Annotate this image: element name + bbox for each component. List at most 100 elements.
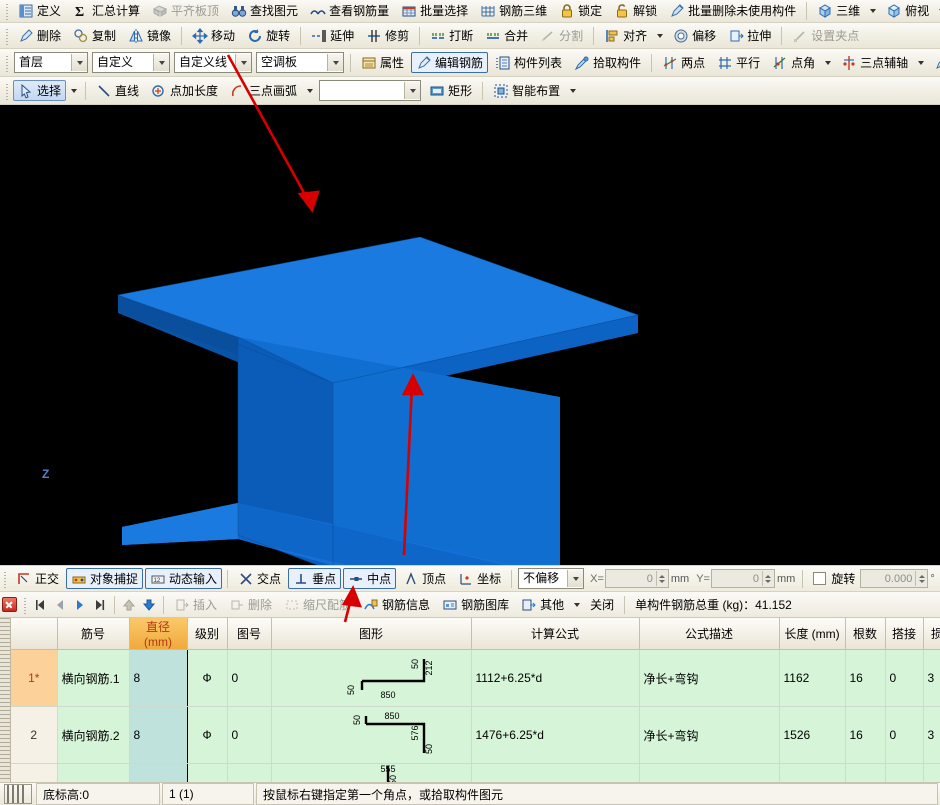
toolbar-item-smart-layout[interactable]: 智能布置	[488, 80, 565, 101]
component-name-select[interactable]: 空调板	[256, 52, 344, 73]
snap-item-dynamic-input[interactable]: 12 动态输入	[145, 568, 222, 589]
rotate-input[interactable]: 0.000	[860, 569, 928, 588]
chevron-down-icon[interactable]	[657, 34, 663, 38]
toolbar-item-extend[interactable]: 延伸	[306, 25, 359, 46]
th-count[interactable]: 根数	[845, 618, 885, 650]
toolbar-item-batch-select[interactable]: 批量选择	[396, 1, 473, 22]
th-formula[interactable]: 计算公式	[471, 618, 639, 650]
component-kind-select[interactable]: 自定义线	[174, 52, 252, 73]
toolbar-item-rotate[interactable]: 旋转	[242, 25, 295, 46]
snap-item-midpoint[interactable]: 中点	[343, 568, 396, 589]
chevron-down-icon[interactable]	[71, 89, 77, 93]
toolbar-grip[interactable]	[2, 570, 8, 588]
cell-lap[interactable]: 0	[885, 707, 923, 764]
chevron-down-icon[interactable]	[307, 89, 313, 93]
cell-length[interactable]: 1526	[779, 707, 845, 764]
toolbar-item-define[interactable]: 定义	[13, 1, 66, 22]
snap-item-coordinate[interactable]: 坐标	[453, 568, 506, 589]
toolbar-item-mirror[interactable]: 镜像	[123, 25, 176, 46]
th-lap[interactable]: 搭接	[885, 618, 923, 650]
other-button[interactable]: 其他	[516, 594, 569, 615]
next-record-button[interactable]	[70, 595, 90, 614]
rebar-library-button[interactable]: 钢筋图库	[437, 594, 514, 615]
toolbar-item-batch-delete-unused[interactable]: 批量删除未使用构件	[664, 1, 801, 22]
cell-shape[interactable]: 50 850 576 50	[271, 707, 471, 764]
cell-name[interactable]: 横向钢筋.1	[57, 650, 129, 707]
rebar-table[interactable]: 筋号 直径 (mm) 级别 图号 图形 计算公式 公式描述 长度 (mm) 根数…	[0, 618, 940, 805]
toolbar-item-trim[interactable]: 修剪	[361, 25, 414, 46]
table-row[interactable]: 1* 横向钢筋.1 8 Ф 0 50 850 50 212	[11, 650, 940, 707]
th-shape[interactable]: 图形	[271, 618, 471, 650]
toolbar-item-point-angle[interactable]: 点角	[767, 52, 820, 73]
toolbar-grip[interactable]	[4, 27, 10, 45]
cell-loss[interactable]: 3	[923, 650, 940, 707]
insert-row-button[interactable]: 插入	[169, 594, 222, 615]
last-record-button[interactable]	[90, 595, 110, 614]
th-length[interactable]: 长度 (mm)	[779, 618, 845, 650]
x-spinner[interactable]	[656, 571, 668, 586]
toolbar-item-rectangle[interactable]: 矩形	[424, 80, 477, 101]
scale-rebar-button[interactable]: 缩尺配筋	[279, 594, 356, 615]
toolbar-item-move[interactable]: 移动	[187, 25, 240, 46]
toolbar-item-align[interactable]: 对齐	[599, 25, 652, 46]
chevron-down-icon[interactable]	[570, 89, 576, 93]
toolbar-item-three-point-arc[interactable]: 三点画弧	[225, 80, 302, 101]
model-3d-viewport[interactable]: Z	[0, 105, 940, 565]
move-down-button[interactable]	[139, 595, 159, 614]
th-grade[interactable]: 级别	[187, 618, 227, 650]
cell-count[interactable]: 16	[845, 707, 885, 764]
th-diameter[interactable]: 直径 (mm)	[129, 618, 187, 650]
model-3d-canvas[interactable]	[0, 105, 940, 565]
x-offset-input[interactable]: 0	[605, 569, 669, 588]
chevron-down-icon[interactable]	[235, 54, 251, 71]
th-figno[interactable]: 图号	[227, 618, 271, 650]
y-offset-input[interactable]: 0	[711, 569, 775, 588]
toolbar-item-find-element[interactable]: 查找图元	[226, 1, 303, 22]
rebar-info-button[interactable]: 钢筋信息	[358, 594, 435, 615]
cell-figno[interactable]: 0	[227, 707, 271, 764]
toolbar-grip[interactable]	[4, 54, 10, 72]
cell-diameter[interactable]: 8	[129, 650, 187, 707]
floor-select[interactable]: 首层	[14, 52, 88, 73]
toolbar-item-split[interactable]: 分割	[535, 25, 588, 46]
toolbar-item-edit-rebar[interactable]: 编辑钢筋	[411, 52, 488, 73]
close-button[interactable]: 关闭	[585, 594, 619, 615]
chevron-down-icon[interactable]	[327, 54, 343, 71]
close-icon[interactable]	[2, 597, 17, 612]
cell-grade[interactable]: Ф	[187, 707, 227, 764]
snap-item-perpendicular[interactable]: 垂点	[288, 568, 341, 589]
chevron-down-icon[interactable]	[404, 82, 420, 99]
toolbar-item-summary-calc[interactable]: Σ 汇总计算	[68, 1, 145, 22]
toolbar-item-parallel[interactable]: 平行	[712, 52, 765, 73]
toolbar-item-three-point-axis[interactable]: 三点辅轴	[836, 52, 913, 73]
toolbar-item-two-point[interactable]: 两点	[657, 52, 710, 73]
toolbar-grip[interactable]	[4, 82, 10, 100]
toolbar-item-rebar-3d[interactable]: 钢筋三维	[475, 1, 552, 22]
toolbar-grip[interactable]	[4, 2, 10, 20]
snap-item-vertex[interactable]: 顶点	[398, 568, 451, 589]
th-desc[interactable]: 公式描述	[639, 618, 779, 650]
th-name[interactable]: 筋号	[57, 618, 129, 650]
y-spinner[interactable]	[762, 571, 774, 586]
cell-lap[interactable]: 0	[885, 650, 923, 707]
offset-mode-select[interactable]: 不偏移	[518, 568, 584, 589]
th-loss[interactable]: 损耗	[923, 618, 940, 650]
cell-figno[interactable]: 0	[227, 650, 271, 707]
toolbar-item-lock[interactable]: 锁定	[554, 1, 607, 22]
snap-item-object-snap[interactable]: 对象捕捉	[66, 568, 143, 589]
toolbar-item-set-grip[interactable]: 设置夹点	[787, 25, 864, 46]
cell-shape[interactable]: 50 850 50 212	[271, 650, 471, 707]
chevron-down-icon[interactable]	[825, 61, 831, 65]
toolbar-item-break[interactable]: 打断	[425, 25, 478, 46]
snap-item-ortho[interactable]: 正交	[11, 568, 64, 589]
toolbar-item-copy[interactable]: 复制	[68, 25, 121, 46]
cell-count[interactable]: 16	[845, 650, 885, 707]
chevron-down-icon[interactable]	[574, 603, 580, 607]
move-up-button[interactable]	[119, 595, 139, 614]
toolbar-item-3d-view[interactable]: 三维	[812, 1, 865, 22]
toolbar-item-stretch[interactable]: 拉伸	[723, 25, 776, 46]
chevron-down-icon[interactable]	[918, 61, 924, 65]
cell-desc[interactable]: 净长+弯钩	[639, 650, 779, 707]
toolbar-item-pick-component[interactable]: 拾取构件	[569, 52, 646, 73]
rotate-checkbox[interactable]	[813, 572, 826, 585]
